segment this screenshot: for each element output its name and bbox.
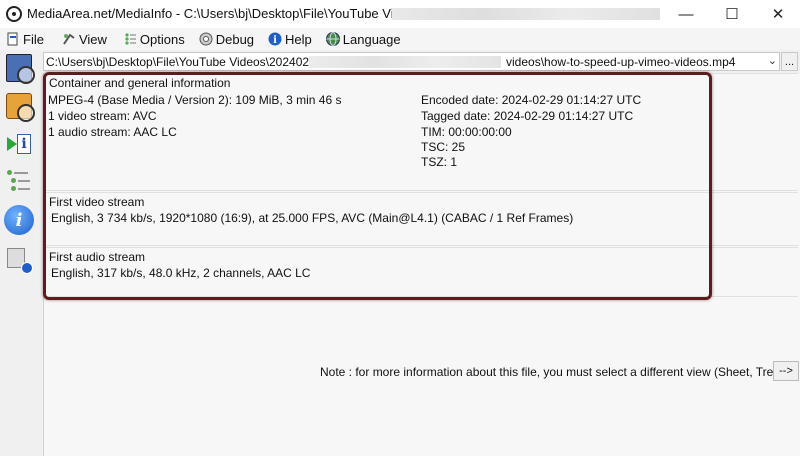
help-icon: i — [268, 32, 282, 46]
file-path-suffix: videos\how-to-speed-up-vimeo-videos.mp4 — [506, 55, 736, 69]
view-toolbar: i i — [0, 50, 40, 456]
highlight-frame — [43, 72, 712, 300]
about-info-button[interactable]: i — [3, 204, 35, 236]
basic-view-icon — [6, 93, 35, 122]
menu-help-label: Help — [285, 31, 312, 47]
file-icon — [6, 32, 20, 46]
language-icon — [325, 32, 340, 46]
sheet-view-icon — [6, 54, 35, 84]
title-redacted-area — [392, 8, 660, 20]
minimize-button[interactable]: — — [663, 0, 709, 28]
path-redacted-area — [309, 56, 501, 68]
debug-icon — [199, 32, 213, 46]
maximize-button[interactable]: ☐ — [709, 0, 755, 28]
options-settings-icon — [5, 246, 33, 274]
menu-options-label: Options — [139, 31, 185, 47]
options-icon — [123, 32, 137, 46]
file-path-prefix: C:\Users\bj\Desktop\File\YouTube Videos\… — [46, 55, 323, 69]
options-settings-button[interactable] — [3, 244, 35, 276]
browse-button[interactable]: ... — [781, 52, 798, 71]
menu-language-label: Language — [342, 31, 401, 47]
menu-language[interactable]: Language — [322, 28, 405, 50]
sheet-view-button[interactable] — [3, 52, 35, 84]
tree-view-icon — [5, 168, 33, 196]
svg-text:i: i — [273, 35, 277, 46]
view-icon — [62, 32, 76, 46]
window-title: MediaArea.net/MediaInfo - C:\Users\bj\De… — [27, 6, 455, 21]
menu-debug[interactable]: Debug — [195, 28, 258, 50]
menu-bar: File View Options Debug i Help Language — [0, 28, 800, 50]
title-bar: MediaArea.net/MediaInfo - C:\Users\bj\De… — [0, 0, 800, 28]
file-path-combobox[interactable]: C:\Users\bj\Desktop\File\YouTube Videos\… — [43, 52, 780, 71]
menu-view-label: View — [78, 31, 107, 47]
chevron-down-icon[interactable]: ⌄ — [768, 54, 777, 67]
menu-help[interactable]: i Help — [264, 28, 316, 50]
menu-file[interactable]: File — [2, 28, 48, 50]
close-button[interactable]: ✕ — [755, 0, 800, 28]
menu-debug-label: Debug — [215, 31, 255, 47]
view-hint-note: Note : for more information about this f… — [320, 365, 794, 379]
export-info-button[interactable]: i — [3, 128, 35, 160]
change-view-button[interactable]: --> — [773, 361, 799, 381]
basic-view-button[interactable] — [3, 90, 35, 122]
about-info-icon: i — [4, 205, 34, 235]
menu-file-label: File — [23, 31, 44, 47]
menu-options[interactable]: Options — [119, 28, 189, 50]
export-info-icon: i — [7, 134, 31, 154]
mediainfo-app-icon — [6, 6, 22, 22]
tree-view-button[interactable] — [3, 166, 35, 198]
menu-view[interactable]: View — [58, 28, 111, 50]
